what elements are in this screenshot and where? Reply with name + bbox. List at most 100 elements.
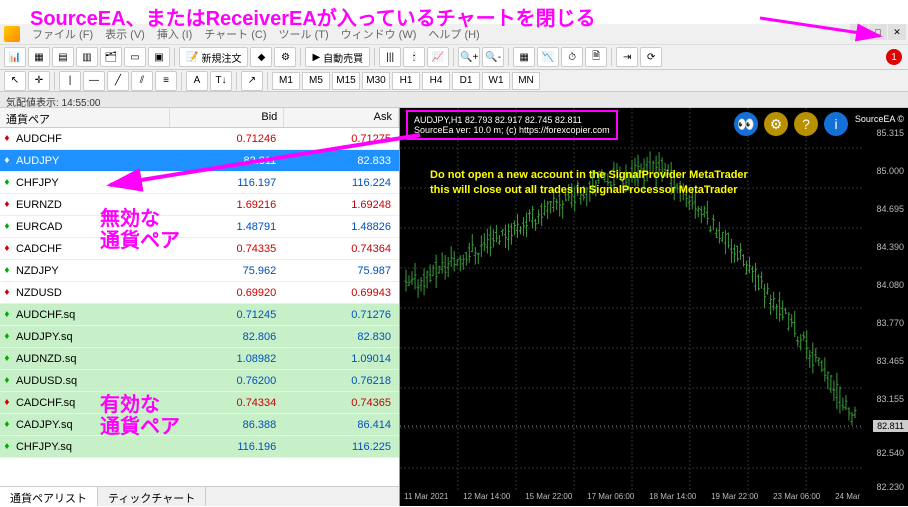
pair-name: NZDUSD (14, 287, 170, 299)
direction-icon: ♦ (0, 353, 14, 364)
pair-name: NZDJPY (14, 265, 170, 277)
direction-icon: ♦ (0, 265, 14, 276)
text-label-icon[interactable]: T↓ (210, 71, 232, 91)
toolbar-templates-icon[interactable]: 🗎 (585, 47, 607, 67)
toolbar-candle-chart-icon[interactable]: 🕯 (403, 47, 425, 67)
toolbar-profiles-icon[interactable]: ▦ (28, 47, 50, 67)
tab-pair-list[interactable]: 通貨ペアリスト (0, 487, 98, 506)
toolbar-autoscroll-icon[interactable]: ⟳ (640, 47, 662, 67)
window-maximize[interactable]: □ (869, 24, 887, 40)
toolbar-indicators-icon[interactable]: 📉 (537, 47, 559, 67)
toolbar-new-chart-icon[interactable]: 📊 (4, 47, 26, 67)
tab-tick-chart[interactable]: ティックチャート (98, 487, 206, 506)
direction-icon: ♦ (0, 441, 14, 452)
pair-row[interactable]: ♦CADJPY.sq86.38886.414 (0, 414, 399, 436)
pair-row[interactable]: ♦EURCAD1.487911.48826 (0, 216, 399, 238)
ask-price: 1.69248 (284, 199, 399, 211)
toolbar-auto-trade[interactable]: ▶自動売買 (305, 47, 370, 67)
pair-row[interactable]: ♦EURNZD1.692161.69248 (0, 194, 399, 216)
timeframe-w1[interactable]: W1 (482, 72, 510, 90)
pair-row[interactable]: ♦CADCHF0.743350.74364 (0, 238, 399, 260)
toolbar-navigator-icon[interactable]: 🗂 (100, 47, 122, 67)
bid-price: 82.806 (170, 331, 285, 343)
bid-price: 116.197 (170, 177, 285, 189)
col-header-pair[interactable]: 通貨ペア (0, 108, 170, 127)
text-icon[interactable]: A (186, 71, 208, 91)
arrows-icon[interactable]: ↗ (241, 71, 263, 91)
timeframe-d1[interactable]: D1 (452, 72, 480, 90)
pair-row[interactable]: ♦CHFJPY.sq116.196116.225 (0, 436, 399, 458)
channel-icon[interactable]: ⫽ (131, 71, 153, 91)
pair-row[interactable]: ♦AUDJPY.sq82.80682.830 (0, 326, 399, 348)
pair-row[interactable]: ♦AUDUSD.sq0.762000.76218 (0, 370, 399, 392)
hline-icon[interactable]: — (83, 71, 105, 91)
toolbar-options-icon[interactable]: ⚙ (274, 47, 296, 67)
toolbar-zoom-in-icon[interactable]: 🔍+ (458, 47, 480, 67)
toolbar-shift-icon[interactable]: ⇥ (616, 47, 638, 67)
timeframe-m30[interactable]: M30 (362, 72, 390, 90)
timeframe-mn[interactable]: MN (512, 72, 540, 90)
trendline-icon[interactable]: ╱ (107, 71, 129, 91)
price-tick: 83.155 (876, 394, 904, 404)
window-minimize[interactable]: — (850, 24, 868, 40)
annotation-close-chart: SourceEA、またはReceiverEAが入っているチャートを閉じる (30, 2, 596, 31)
pair-row[interactable]: ♦CHFJPY116.197116.224 (0, 172, 399, 194)
toolbar-metaeditor-icon[interactable]: ◆ (250, 47, 272, 67)
toolbar-bar-chart-icon[interactable]: ||| (379, 47, 401, 67)
chart-info-icon[interactable]: i (824, 112, 848, 136)
fibo-icon[interactable]: ≡ (155, 71, 177, 91)
col-header-bid[interactable]: Bid (170, 108, 285, 127)
price-tick: 85.000 (876, 166, 904, 176)
window-close[interactable]: ✕ (888, 24, 906, 40)
bid-price: 0.71246 (170, 133, 285, 145)
toolbar-market-watch-icon[interactable]: ▤ (52, 47, 74, 67)
timeframe-m1[interactable]: M1 (272, 72, 300, 90)
toolbar-tile-icon[interactable]: ▦ (513, 47, 535, 67)
pair-row[interactable]: ♦NZDJPY75.96275.987 (0, 260, 399, 282)
chart-area[interactable]: AUDJPY,H1 82.793 82.917 82.745 82.811 So… (400, 108, 908, 506)
timeframe-m5[interactable]: M5 (302, 72, 330, 90)
direction-icon: ♦ (0, 397, 14, 408)
chart-help-icon[interactable]: ? (794, 112, 818, 136)
chart-settings-icon[interactable]: ⚙ (764, 112, 788, 136)
pair-row[interactable]: ♦AUDJPY82.81182.833 (0, 150, 399, 172)
bid-price: 1.08982 (170, 353, 285, 365)
price-tick: 83.770 (876, 318, 904, 328)
col-header-ask[interactable]: Ask (284, 108, 399, 127)
timeframe-h1[interactable]: H1 (392, 72, 420, 90)
bid-price: 82.811 (170, 155, 285, 167)
timeframe-h4[interactable]: H4 (422, 72, 450, 90)
ask-price: 0.69943 (284, 287, 399, 299)
timeframe-m15[interactable]: M15 (332, 72, 360, 90)
toolbar-new-order[interactable]: 📝新規注文 (179, 47, 248, 67)
notification-badge[interactable]: 1 (886, 49, 902, 65)
toolbar-line-chart-icon[interactable]: 📈 (427, 47, 449, 67)
vline-icon[interactable]: | (59, 71, 81, 91)
bid-price: 0.69920 (170, 287, 285, 299)
ask-price: 86.414 (284, 419, 399, 431)
pair-row[interactable]: ♦AUDCHF.sq0.712450.71276 (0, 304, 399, 326)
toolbar-periods-icon[interactable]: ⏱ (561, 47, 583, 67)
time-tick: 18 Mar 14:00 (649, 492, 696, 506)
toolbar-terminal-icon[interactable]: ▭ (124, 47, 146, 67)
pair-row[interactable]: ♦CADCHF.sq0.743340.74365 (0, 392, 399, 414)
crosshair-icon[interactable]: ✛ (28, 71, 50, 91)
cursor-icon[interactable]: ↖ (4, 71, 26, 91)
ask-price: 116.225 (284, 441, 399, 453)
time-tick: 24 Mar (835, 492, 860, 506)
pair-row[interactable]: ♦AUDCHF0.712460.71275 (0, 128, 399, 150)
toolbar-data-window-icon[interactable]: ▥ (76, 47, 98, 67)
price-tick: 82.230 (876, 482, 904, 492)
current-price-label: 82.811 (873, 420, 908, 432)
toolbar-zoom-out-icon[interactable]: 🔍- (482, 47, 504, 67)
pair-name: AUDUSD.sq (14, 375, 170, 387)
chart-binoculars-icon[interactable]: 👀 (734, 112, 758, 136)
pair-row[interactable]: ♦NZDUSD0.699200.69943 (0, 282, 399, 304)
quote-panel-header: 気配値表示: 14:55:00 (0, 92, 908, 108)
ask-price: 0.71276 (284, 309, 399, 321)
toolbar-tester-icon[interactable]: ▣ (148, 47, 170, 67)
app-icon (4, 26, 20, 42)
bid-price: 86.388 (170, 419, 285, 431)
pair-row[interactable]: ♦AUDNZD.sq1.089821.09014 (0, 348, 399, 370)
price-tick: 83.465 (876, 356, 904, 366)
